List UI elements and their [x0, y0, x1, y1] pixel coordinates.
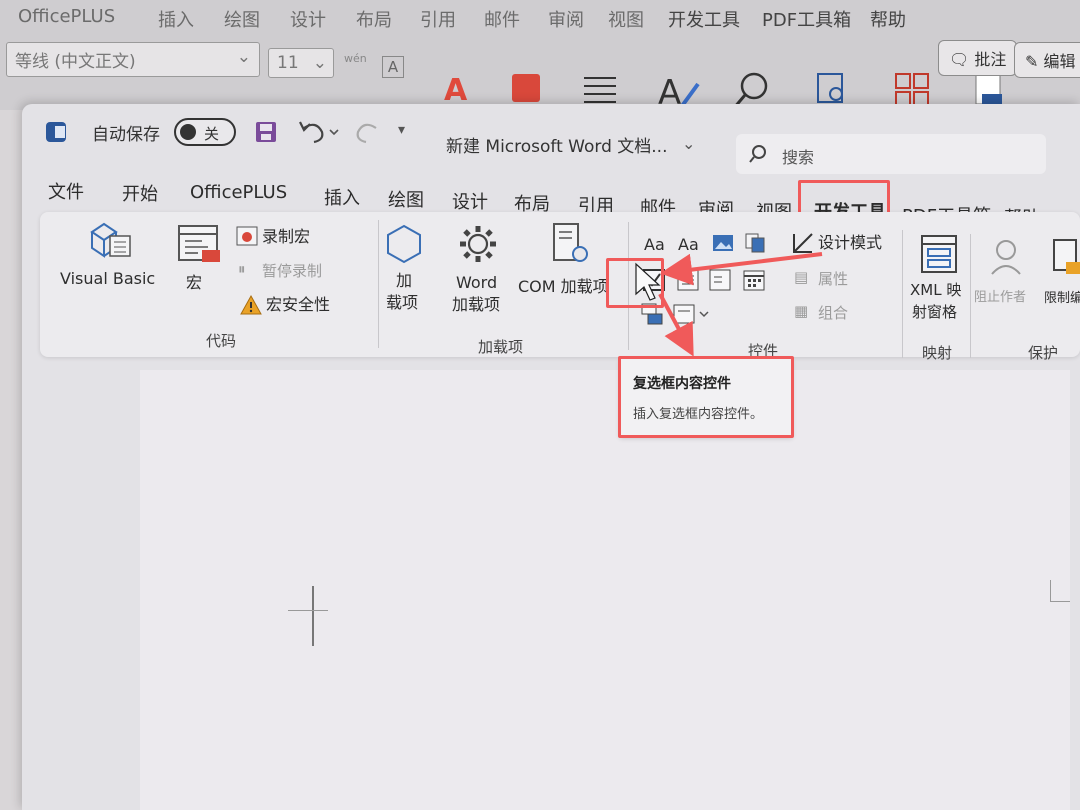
arrow-developer-to-checkbox: [660, 252, 823, 286]
mouse-pointer-icon: [635, 262, 661, 301]
annotation-arrows: [635, 252, 823, 357]
arrow-checkbox-to-tooltip: [658, 293, 694, 357]
